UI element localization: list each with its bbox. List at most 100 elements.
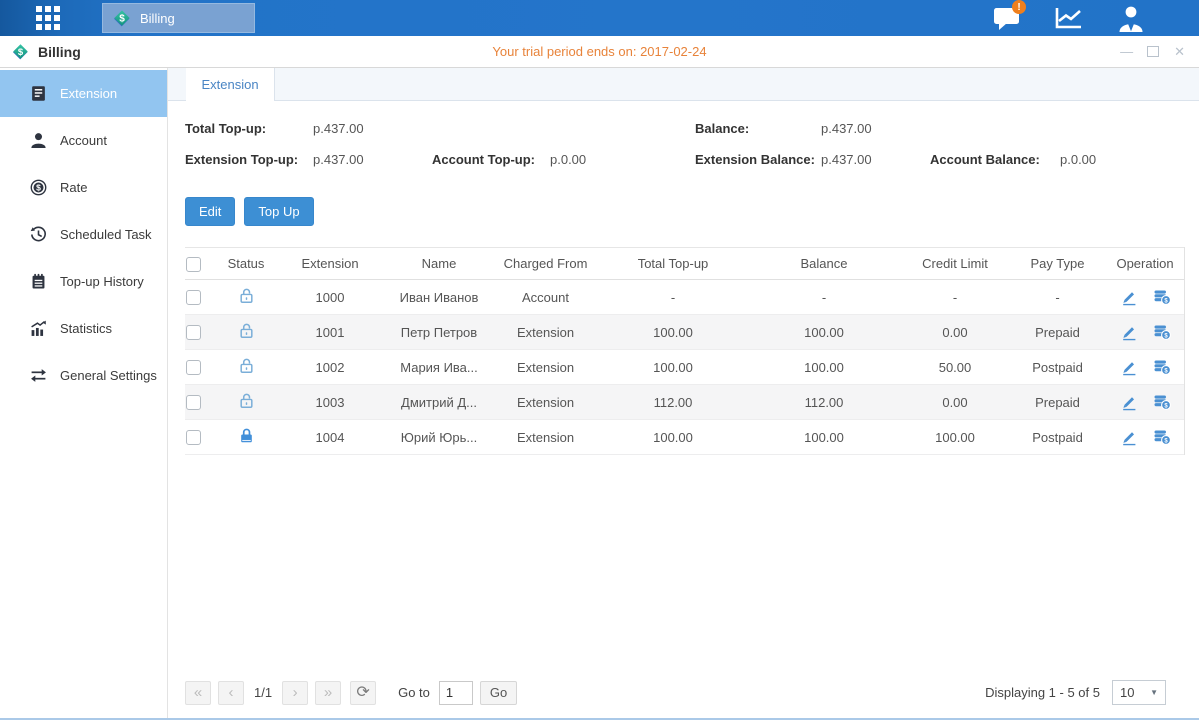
account-person-icon bbox=[30, 132, 47, 149]
first-page-button[interactable]: « bbox=[185, 681, 211, 705]
balance-value: p.437.00 bbox=[821, 121, 872, 136]
top-up-coins-icon[interactable]: $ bbox=[1153, 394, 1171, 410]
sidebar-item-general-settings[interactable]: General Settings bbox=[0, 352, 167, 399]
cell-balance: 100.00 bbox=[748, 325, 900, 340]
goto-page-input[interactable] bbox=[439, 681, 473, 705]
table-row[interactable]: 1003 Дмитрий Д... Extension 112.00 112.0… bbox=[185, 385, 1184, 420]
window-controls: — ✕ bbox=[1120, 45, 1185, 58]
last-page-button[interactable]: » bbox=[315, 681, 341, 705]
table-row[interactable]: 1000 Иван Иванов Account - - - - $ bbox=[185, 280, 1184, 315]
next-page-button[interactable]: › bbox=[282, 681, 308, 705]
cell-credit-limit: 0.00 bbox=[900, 325, 1010, 340]
account-topup-label: Account Top-up: bbox=[432, 152, 550, 167]
notifications-icon[interactable]: ! bbox=[991, 4, 1023, 32]
taskbar-billing-tab[interactable]: $ Billing bbox=[102, 3, 255, 33]
extension-list-icon bbox=[30, 85, 47, 102]
col-balance: Balance bbox=[748, 256, 900, 271]
billing-app-icon: $ bbox=[112, 8, 132, 28]
statistics-chart-icon bbox=[30, 320, 47, 337]
sidebar-item-scheduled-task[interactable]: Scheduled Task bbox=[0, 211, 167, 258]
table-body: 1000 Иван Иванов Account - - - - $ bbox=[185, 280, 1184, 455]
pagination-bar: « ‹ 1/1 › » ⟳ Go to Go Displaying 1 - 5 … bbox=[185, 674, 1185, 718]
cell-pay-type: - bbox=[1010, 290, 1105, 305]
balance-label: Balance: bbox=[695, 121, 821, 136]
edit-icon[interactable] bbox=[1120, 394, 1137, 411]
row-checkbox[interactable] bbox=[186, 325, 201, 340]
sidebar-item-label: Extension bbox=[60, 86, 117, 101]
extension-table: Status Extension Name Charged From Total… bbox=[185, 247, 1185, 455]
page-indicator: 1/1 bbox=[254, 685, 272, 700]
edit-icon[interactable] bbox=[1120, 429, 1137, 446]
sidebar-item-rate[interactable]: $ Rate bbox=[0, 164, 167, 211]
top-up-coins-icon[interactable]: $ bbox=[1153, 359, 1171, 375]
account-balance-label: Account Balance: bbox=[930, 152, 1060, 167]
prev-page-button[interactable]: ‹ bbox=[218, 681, 244, 705]
row-checkbox[interactable] bbox=[186, 430, 201, 445]
total-topup-value: p.437.00 bbox=[313, 121, 364, 136]
sidebar-item-extension[interactable]: Extension bbox=[0, 70, 167, 117]
window-titlebar: $ Billing Your trial period ends on: 201… bbox=[0, 36, 1199, 68]
table-row[interactable]: 1001 Петр Петров Extension 100.00 100.00… bbox=[185, 315, 1184, 350]
col-charged-from: Charged From bbox=[493, 256, 598, 271]
cell-pay-type: Prepaid bbox=[1010, 325, 1105, 340]
cell-balance: 100.00 bbox=[748, 360, 900, 375]
refresh-icon[interactable]: ⟳ bbox=[350, 681, 376, 705]
edit-icon[interactable] bbox=[1120, 324, 1137, 341]
row-checkbox[interactable] bbox=[186, 360, 201, 375]
minimize-icon[interactable]: — bbox=[1120, 45, 1132, 58]
unlocked-icon bbox=[238, 357, 255, 374]
row-checkbox[interactable] bbox=[186, 290, 201, 305]
unlocked-icon bbox=[238, 392, 255, 409]
cell-balance: 100.00 bbox=[748, 430, 900, 445]
sidebar-item-label: Statistics bbox=[60, 321, 112, 336]
page-size-select[interactable]: 10 ▼ bbox=[1112, 680, 1166, 705]
transfer-arrows-icon bbox=[30, 367, 47, 384]
page-size-value: 10 bbox=[1120, 685, 1134, 700]
edit-icon[interactable] bbox=[1120, 359, 1137, 376]
notification-badge: ! bbox=[1012, 0, 1026, 14]
edit-button[interactable]: Edit bbox=[185, 197, 235, 226]
table-row[interactable]: 1002 Мария Ива... Extension 100.00 100.0… bbox=[185, 350, 1184, 385]
sidebar-item-statistics[interactable]: Statistics bbox=[0, 305, 167, 352]
maximize-icon[interactable] bbox=[1147, 46, 1159, 57]
cell-total-topup: 112.00 bbox=[598, 395, 748, 410]
cell-balance: - bbox=[748, 290, 900, 305]
cell-total-topup: 100.00 bbox=[598, 430, 748, 445]
table-header: Status Extension Name Charged From Total… bbox=[185, 247, 1184, 280]
top-up-coins-icon[interactable]: $ bbox=[1153, 429, 1171, 445]
extension-topup-label: Extension Top-up: bbox=[185, 152, 313, 167]
user-account-icon[interactable] bbox=[1115, 4, 1147, 32]
app-launcher-icon[interactable] bbox=[36, 6, 60, 30]
goto-label: Go to bbox=[398, 685, 430, 700]
extension-balance-value: p.437.00 bbox=[821, 152, 930, 167]
cell-total-topup: - bbox=[598, 290, 748, 305]
top-up-button[interactable]: Top Up bbox=[244, 197, 313, 226]
billing-window-icon: $ bbox=[11, 42, 31, 62]
row-checkbox[interactable] bbox=[186, 395, 201, 410]
sidebar-item-topup-history[interactable]: Top-up History bbox=[0, 258, 167, 305]
cell-charged-from: Account bbox=[493, 290, 598, 305]
col-credit-limit: Credit Limit bbox=[900, 256, 1010, 271]
select-all-checkbox[interactable] bbox=[186, 257, 201, 272]
cell-extension: 1002 bbox=[275, 360, 385, 375]
sidebar-item-label: General Settings bbox=[60, 368, 157, 383]
tab-extension[interactable]: Extension bbox=[186, 68, 275, 101]
extension-balance-label: Extension Balance: bbox=[695, 152, 821, 167]
edit-icon[interactable] bbox=[1120, 289, 1137, 306]
action-buttons: Edit Top Up bbox=[185, 197, 1185, 226]
top-up-coins-icon[interactable]: $ bbox=[1153, 324, 1171, 340]
statistics-chart-topbar-icon[interactable] bbox=[1053, 4, 1085, 32]
history-clock-icon bbox=[30, 226, 47, 243]
table-row[interactable]: 1004 Юрий Юрь... Extension 100.00 100.00… bbox=[185, 420, 1184, 455]
cell-total-topup: 100.00 bbox=[598, 325, 748, 340]
sidebar-item-label: Scheduled Task bbox=[60, 227, 152, 242]
top-up-coins-icon[interactable]: $ bbox=[1153, 289, 1171, 305]
cell-extension: 1003 bbox=[275, 395, 385, 410]
go-button[interactable]: Go bbox=[480, 681, 517, 705]
close-icon[interactable]: ✕ bbox=[1174, 45, 1185, 58]
cell-charged-from: Extension bbox=[493, 360, 598, 375]
col-operation: Operation bbox=[1105, 256, 1185, 271]
cell-credit-limit: 100.00 bbox=[900, 430, 1010, 445]
sidebar-item-account[interactable]: Account bbox=[0, 117, 167, 164]
cell-name: Иван Иванов bbox=[385, 290, 493, 305]
